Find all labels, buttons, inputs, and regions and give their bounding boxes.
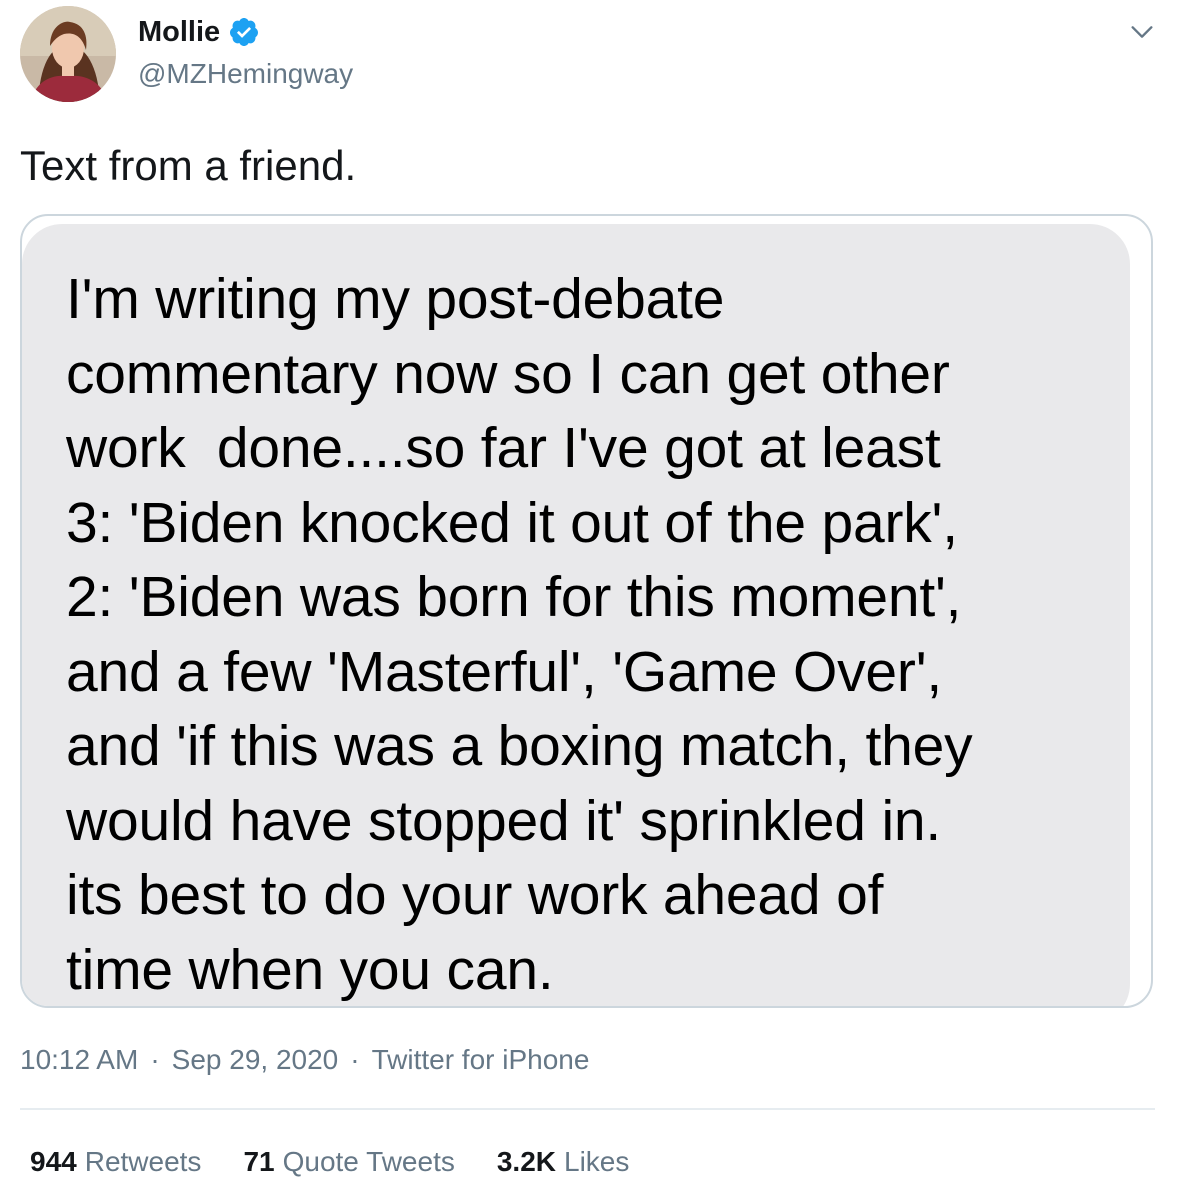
- display-name[interactable]: Mollie: [138, 14, 220, 50]
- author-name-row[interactable]: Mollie: [138, 14, 260, 50]
- tweet-stats: 944 Retweets 71 Quote Tweets 3.2K Likes: [30, 1142, 629, 1182]
- message-bubble: I'm writing my post-debate commentary now…: [22, 224, 1130, 1006]
- meta-separator: ·: [150, 1044, 160, 1075]
- quote-tweets-count: 71: [243, 1146, 275, 1177]
- retweets-label: Retweets: [84, 1146, 202, 1177]
- divider: [20, 1108, 1155, 1110]
- retweets-stat[interactable]: 944 Retweets: [30, 1142, 201, 1182]
- message-line: time when you can.: [66, 937, 554, 1002]
- tweet-text: Text from a friend.: [20, 142, 357, 189]
- message-line: commentary now so I can get other: [66, 341, 950, 406]
- tweet: Mollie @MZHemingway Text from a friend. …: [0, 0, 1178, 1204]
- message-line: its best to do your work ahead of: [66, 863, 884, 927]
- message-line: I'm writing my post-debate: [66, 267, 725, 331]
- message-line: would have stopped it' sprinkled in.: [66, 788, 942, 853]
- message-line: 3: 'Biden knocked it out of the park',: [66, 490, 958, 555]
- verified-badge-icon: [230, 18, 259, 46]
- tweet-date[interactable]: Sep 29, 2020: [172, 1040, 339, 1080]
- likes-label: Likes: [564, 1146, 630, 1177]
- message-line: 2: 'Biden was born for this moment',: [66, 565, 962, 629]
- message-line: and a few 'Masterful', 'Game Over',: [66, 639, 943, 704]
- message-line: and 'if this was a boxing match, they: [66, 714, 973, 778]
- tweet-source[interactable]: Twitter for iPhone: [372, 1040, 590, 1080]
- message-text: I'm writing my post-debate commentary now…: [66, 262, 973, 1006]
- chevron-down-icon: [1131, 26, 1153, 38]
- tweet-time[interactable]: 10:12 AM: [20, 1040, 138, 1080]
- retweets-count: 944: [30, 1146, 77, 1177]
- avatar[interactable]: [20, 6, 116, 102]
- message-line: work done....so far I've got at least: [66, 416, 941, 480]
- tweet-menu-button[interactable]: [1124, 14, 1160, 50]
- tweet-meta: 10:12 AM · Sep 29, 2020 · Twitter for iP…: [20, 1040, 589, 1080]
- quote-tweets-stat[interactable]: 71 Quote Tweets: [243, 1142, 454, 1182]
- meta-separator: ·: [350, 1044, 360, 1075]
- media-image[interactable]: I'm writing my post-debate commentary now…: [20, 214, 1153, 1008]
- author-handle[interactable]: @MZHemingway: [138, 56, 353, 92]
- profile-photo-icon: [20, 6, 116, 102]
- quote-tweets-label: Quote Tweets: [282, 1146, 455, 1177]
- likes-stat[interactable]: 3.2K Likes: [497, 1142, 630, 1182]
- likes-count: 3.2K: [496, 1146, 557, 1177]
